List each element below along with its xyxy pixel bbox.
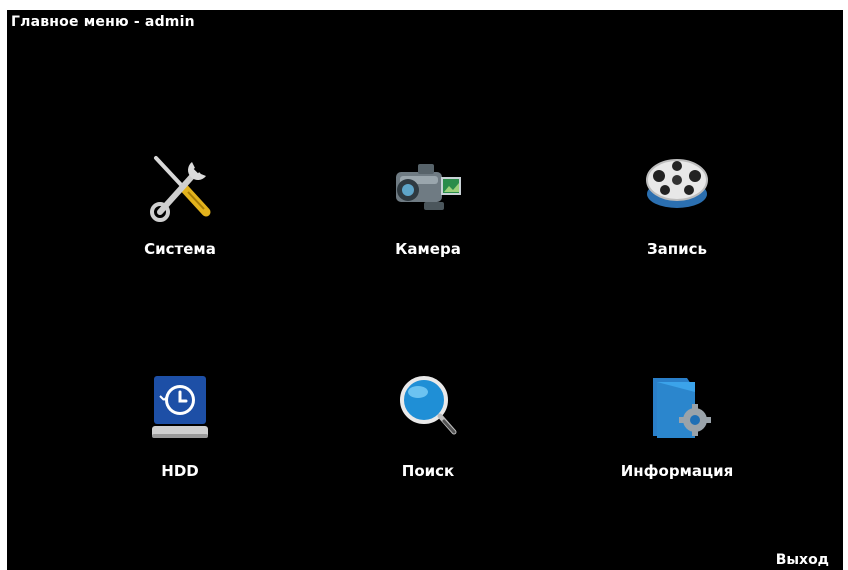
film-reel-icon: [637, 148, 717, 228]
menu-item-label: Запись: [646, 240, 708, 258]
menu-item-label: Камера: [395, 240, 461, 258]
menu-item-info[interactable]: Информация: [592, 370, 762, 500]
menu-item-camera[interactable]: Камера: [343, 148, 513, 278]
menu-item-hdd[interactable]: HDD: [95, 370, 265, 500]
hdd-history-icon: [140, 370, 220, 450]
main-menu-screen: Главное меню - admin Система Камера Запи…: [7, 10, 843, 570]
tools-icon: [140, 148, 220, 228]
menu-item-system[interactable]: Система: [95, 148, 265, 278]
info-folder-gear-icon: [637, 370, 717, 450]
menu-item-record[interactable]: Запись: [592, 148, 762, 278]
magnifier-icon: [388, 370, 468, 450]
menu-item-label: Информация: [620, 462, 734, 480]
exit-button[interactable]: Выход: [776, 552, 829, 568]
menu-item-label: Поиск: [401, 462, 455, 480]
menu-item-search[interactable]: Поиск: [343, 370, 513, 500]
window-title: Главное меню - admin: [11, 14, 195, 30]
menu-item-label: HDD: [161, 462, 199, 480]
camcorder-icon: [388, 148, 468, 228]
menu-item-label: Система: [144, 240, 216, 258]
